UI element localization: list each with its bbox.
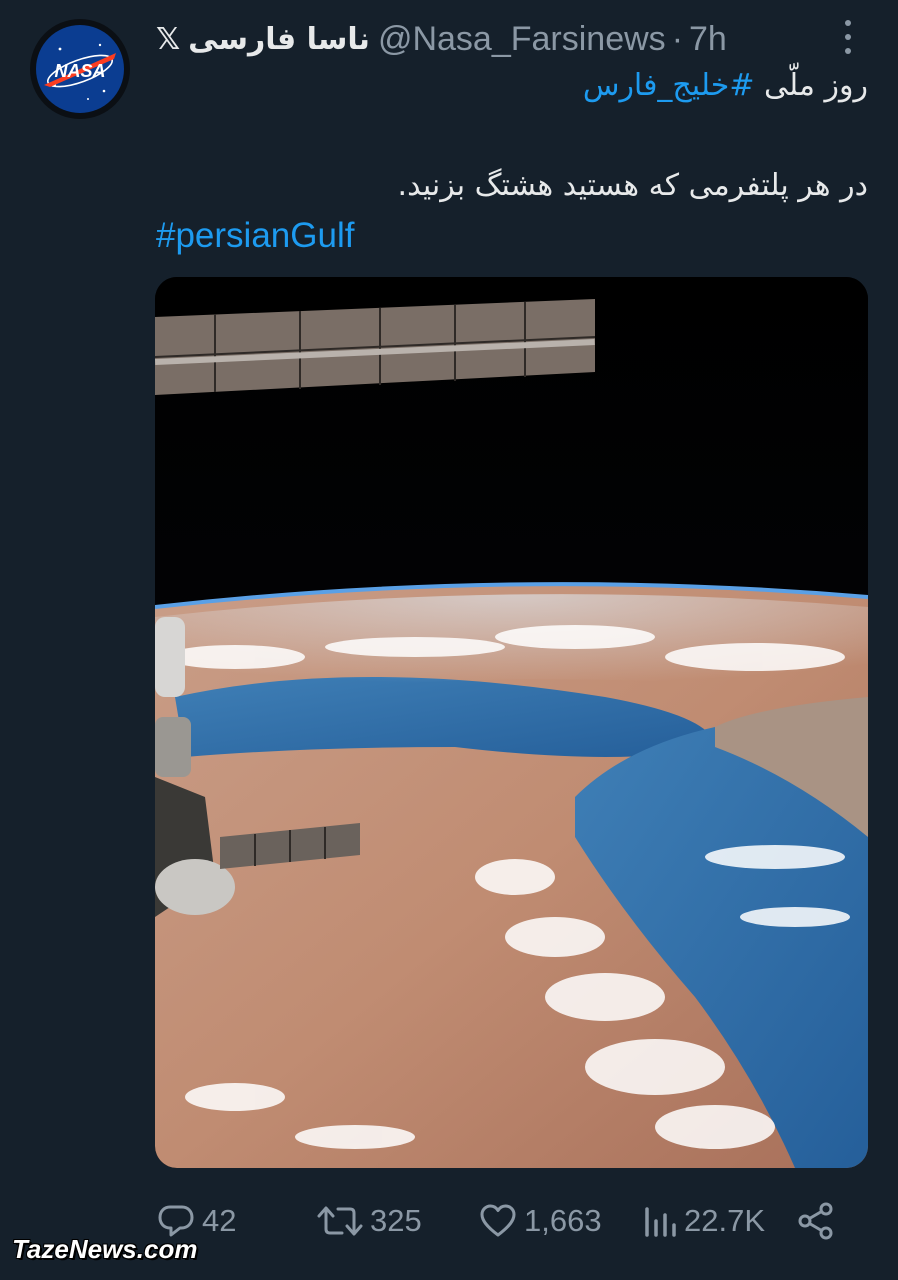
reply-count: 42 [202, 1203, 237, 1238]
text-plain: روز ملّی [754, 68, 868, 103]
watermark: TazeNews.com [12, 1234, 198, 1264]
views-button[interactable]: 22.7K [642, 1196, 765, 1246]
avatar[interactable]: NASA [30, 19, 130, 119]
heart-icon [480, 1204, 516, 1237]
earth-from-iss-photo [155, 277, 868, 1168]
repost-count: 325 [370, 1203, 422, 1238]
timestamp[interactable]: 7h [689, 20, 727, 59]
repost-icon [317, 1206, 363, 1236]
more-options-icon[interactable] [838, 20, 858, 54]
hashtag-link-persiangulf[interactable]: #persianGulf [156, 216, 354, 260]
hashtag-link[interactable]: #خلیج_فارس [583, 68, 755, 103]
display-name[interactable]: ناسا فارسی [188, 22, 370, 57]
tweet-header: 𝕏 ناسا فارسی @Nasa_Farsinews · 7h [156, 18, 836, 60]
share-button[interactable] [796, 1196, 842, 1246]
avatar-label: NASA [54, 61, 105, 81]
tweet-media[interactable] [155, 277, 868, 1168]
repost-button[interactable]: 325 [316, 1196, 422, 1246]
tweet-text-line2: در هر پلتفرمی که هستید هشتگ بزنید. [397, 168, 868, 203]
nasa-logo-icon: NASA [36, 25, 124, 113]
tweet-actions: 42 325 1,663 22.7K [156, 1196, 868, 1246]
like-count: 1,663 [524, 1203, 602, 1238]
x-badge-icon: 𝕏 [156, 21, 181, 57]
separator: · [671, 19, 684, 58]
tweet-text-line1: روز ملّی #خلیج_فارس [583, 68, 868, 110]
like-button[interactable]: 1,663 [478, 1196, 602, 1246]
views-count: 22.7K [684, 1203, 766, 1238]
views-icon [645, 1207, 676, 1237]
share-icon [798, 1202, 833, 1240]
handle[interactable]: @Nasa_Farsinews [378, 20, 666, 59]
